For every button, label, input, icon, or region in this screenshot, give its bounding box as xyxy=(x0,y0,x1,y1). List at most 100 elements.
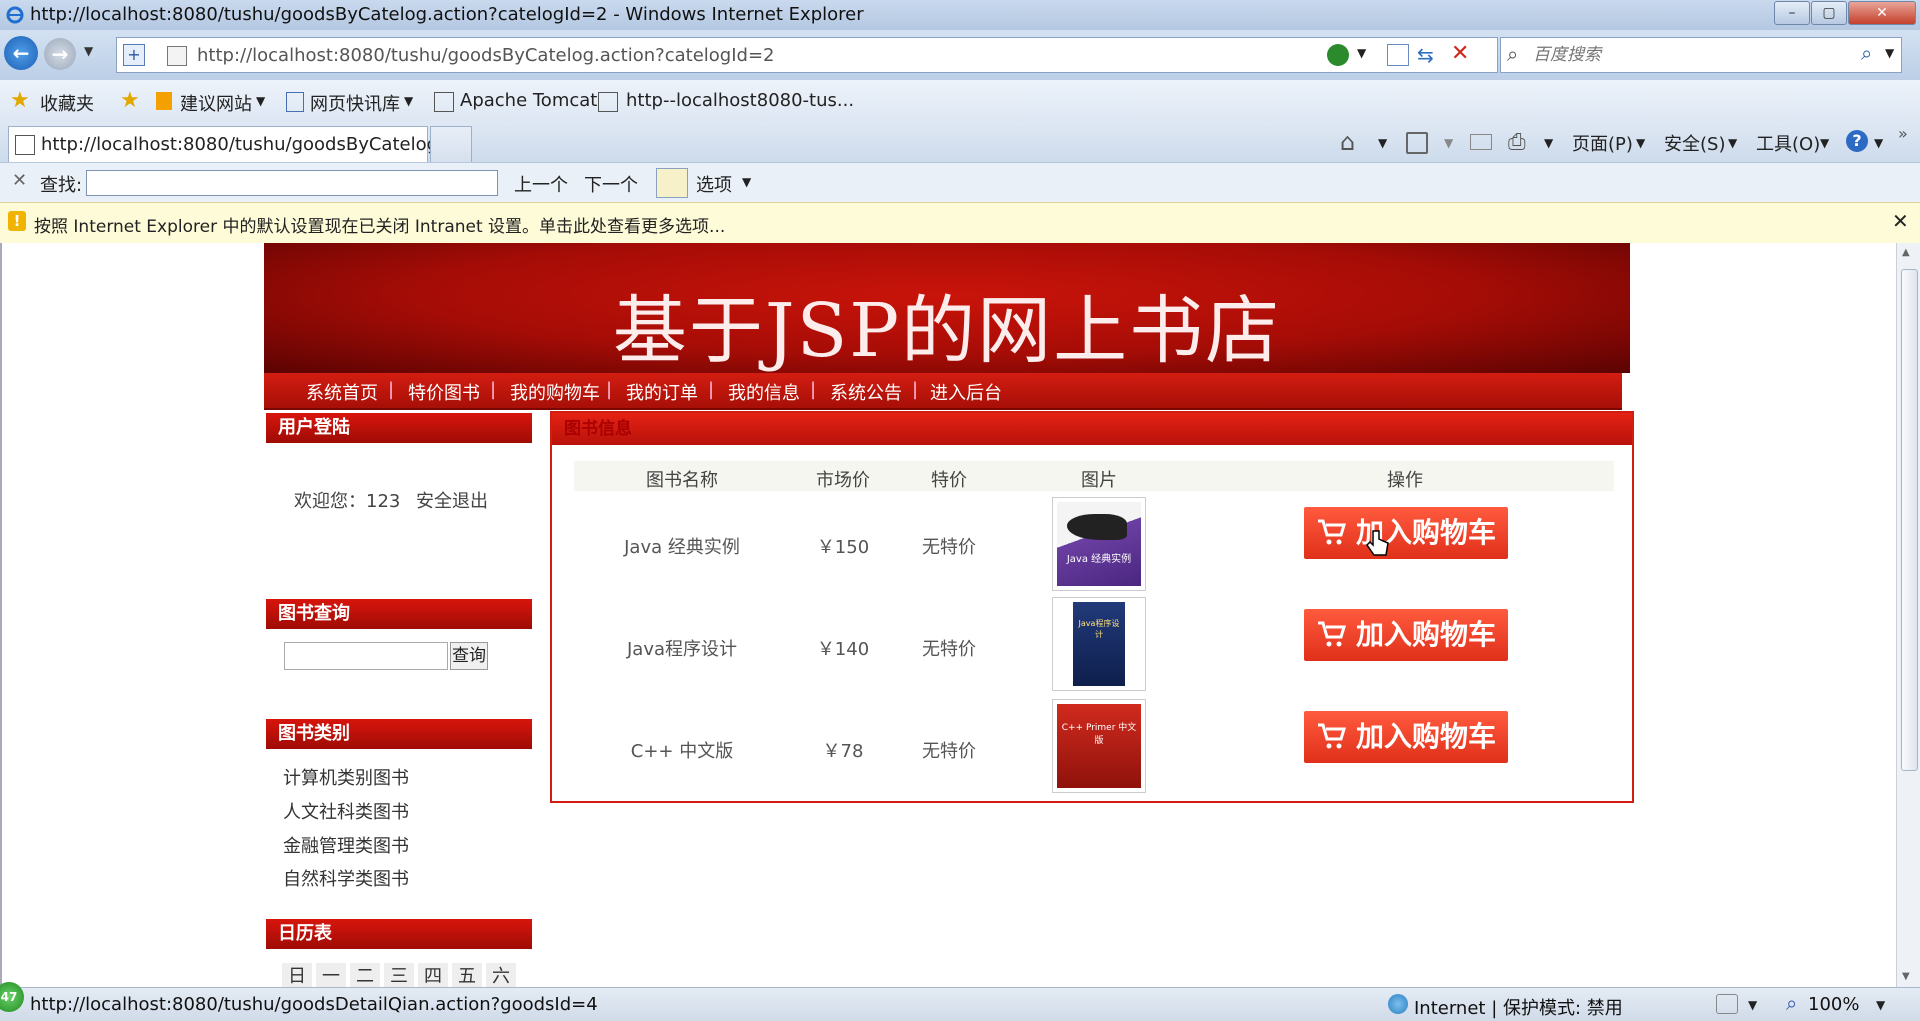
nav-admin[interactable]: 进入后台 xyxy=(930,379,1002,405)
vertical-scrollbar[interactable]: ▲ ▼ xyxy=(1896,243,1920,987)
book-cover[interactable]: Java程序设计 xyxy=(1052,597,1146,691)
scroll-thumb[interactable] xyxy=(1901,269,1918,771)
nav-cart[interactable]: 我的购物车 xyxy=(510,379,600,405)
refresh-icon[interactable] xyxy=(1327,44,1349,66)
print-icon[interactable]: ⎙ xyxy=(1508,130,1526,155)
address-url[interactable]: http://localhost:8080/tushu/goodsByCatel… xyxy=(197,45,774,66)
book-name[interactable]: C++ 中文版 xyxy=(574,737,790,763)
window-title: http://localhost:8080/tushu/goodsByCatel… xyxy=(30,4,864,25)
chevron-down-icon[interactable]: ▼ xyxy=(256,94,265,108)
zoom-icon[interactable]: ⌕ xyxy=(1786,991,1797,1015)
chevron-down-icon[interactable]: ▼ xyxy=(742,175,751,189)
scroll-up-icon[interactable]: ▲ xyxy=(1902,247,1910,258)
chevron-down-icon[interactable]: ▼ xyxy=(1874,136,1883,150)
close-info-icon[interactable]: ✕ xyxy=(1892,209,1909,233)
find-next-button[interactable]: 下一个 xyxy=(584,171,638,197)
logout-link[interactable]: 安全退出 xyxy=(416,487,488,513)
page-icon xyxy=(167,46,187,66)
nav-home[interactable]: 系统首页 xyxy=(306,379,378,405)
add-to-cart-button[interactable]: 加入购物车 xyxy=(1304,609,1508,661)
book-cover[interactable]: C++ Primer 中文版 xyxy=(1052,699,1146,793)
add-to-cart-button[interactable]: 加入购物车 xyxy=(1304,507,1508,559)
fav-localhost[interactable]: http--localhost8080-tus... xyxy=(626,90,854,111)
category-link[interactable]: 自然科学类图书 xyxy=(283,865,409,891)
minimize-button[interactable]: – xyxy=(1774,1,1810,25)
nav-orders[interactable]: 我的订单 xyxy=(626,379,698,405)
fav-apache-tomcat[interactable]: Apache Tomcat xyxy=(460,90,597,111)
search-box[interactable]: ⌕ ⌕ ▼ xyxy=(1500,37,1902,73)
zoom-level[interactable]: 100% xyxy=(1808,994,1859,1015)
book-name[interactable]: Java 经典实例 xyxy=(574,533,790,559)
fav-web-slice-gallery[interactable]: 网页快讯库 xyxy=(310,90,400,116)
close-window-button[interactable]: ✕ xyxy=(1848,1,1916,25)
shield-warning-icon: ! xyxy=(8,211,26,231)
book-special: 无特价 xyxy=(922,639,976,660)
close-find-icon[interactable]: ✕ xyxy=(12,170,27,191)
fav-suggested-sites[interactable]: 建议网站 xyxy=(180,90,252,116)
home-icon[interactable]: ⌂ xyxy=(1340,128,1355,156)
add-favorite-icon[interactable]: ★ xyxy=(120,88,140,113)
forward-icon[interactable]: → xyxy=(44,38,76,70)
protected-mode-icon[interactable] xyxy=(1716,994,1738,1014)
category-link[interactable]: 金融管理类图书 xyxy=(283,832,409,858)
nav-special-books[interactable]: 特价图书 xyxy=(408,379,480,405)
information-bar[interactable]: ! 按照 Internet Explorer 中的默认设置现在已关闭 Intra… xyxy=(0,202,1920,244)
chevron-down-icon[interactable]: ▼ xyxy=(1728,136,1737,150)
chevron-down-icon[interactable]: ▼ xyxy=(1444,136,1453,150)
col-special-price: 特价 xyxy=(931,470,967,491)
book-info-heading: 图书信息 xyxy=(552,413,1632,445)
book-name[interactable]: Java程序设计 xyxy=(574,635,790,661)
book-search-button[interactable]: 查询 xyxy=(450,642,488,670)
chevron-down-icon[interactable]: ▼ xyxy=(1820,136,1829,150)
history-dropdown-icon[interactable]: ▼ xyxy=(84,44,93,58)
nav-announcements[interactable]: 系统公告 xyxy=(830,379,902,405)
chevron-down-icon[interactable]: ▼ xyxy=(1378,136,1387,150)
stop-icon[interactable]: ✕ xyxy=(1451,41,1469,66)
search-input[interactable] xyxy=(1531,43,1855,67)
add-to-cart-button[interactable]: 加入购物车 xyxy=(1304,711,1508,763)
page-menu[interactable]: 页面(P) xyxy=(1572,130,1633,156)
chevron-down-icon[interactable]: ▼ xyxy=(1876,998,1885,1012)
book-special: 无特价 xyxy=(922,741,976,762)
security-zone[interactable]: Internet | 保护模式: 禁用 xyxy=(1414,994,1623,1020)
find-input[interactable] xyxy=(86,170,498,196)
help-icon[interactable]: ? xyxy=(1846,130,1868,152)
new-tab-button[interactable] xyxy=(430,126,472,163)
page-icon xyxy=(598,92,618,112)
category-link[interactable]: 人文社科类图书 xyxy=(283,798,409,824)
reload-icon[interactable]: ⇆ xyxy=(1417,43,1434,67)
safety-menu[interactable]: 安全(S) xyxy=(1664,130,1725,156)
nav-my-info[interactable]: 我的信息 xyxy=(728,379,800,405)
cart-icon xyxy=(1318,621,1347,647)
maximize-button[interactable]: ▢ xyxy=(1811,1,1847,25)
search-icon[interactable]: ⌕ xyxy=(1861,41,1872,65)
chevron-down-icon[interactable]: ▼ xyxy=(1748,998,1757,1012)
chevron-down-icon[interactable]: ▼ xyxy=(1636,136,1645,150)
more-commands-icon[interactable]: » xyxy=(1898,124,1908,143)
feeds-icon[interactable] xyxy=(1406,132,1428,154)
search-options-icon[interactable]: ▼ xyxy=(1885,46,1894,60)
nav-sep: | xyxy=(606,379,613,400)
tools-menu[interactable]: 工具(O) xyxy=(1756,130,1820,156)
welcome-text: 欢迎您：123 xyxy=(294,491,401,512)
scroll-down-icon[interactable]: ▼ xyxy=(1902,971,1910,982)
compat-view-icon[interactable]: + xyxy=(123,44,145,66)
window-title-bar: http://localhost:8080/tushu/goodsByCatel… xyxy=(0,0,1920,30)
category-link[interactable]: 计算机类别图书 xyxy=(283,764,409,790)
info-bar-text[interactable]: 按照 Internet Explorer 中的默认设置现在已关闭 Intrane… xyxy=(34,212,725,237)
chevron-down-icon[interactable]: ▼ xyxy=(1544,136,1553,150)
book-cover[interactable]: Java 经典实例 xyxy=(1052,497,1146,591)
address-bar[interactable]: + http://localhost:8080/tushu/goodsByCat… xyxy=(116,37,1498,73)
tab-current[interactable]: http://localhost:8080/tushu/goodsByCatel… xyxy=(8,126,461,163)
find-prev-button[interactable]: 上一个 xyxy=(514,171,568,197)
back-icon[interactable]: ← xyxy=(4,36,38,70)
favorites-button[interactable]: 收藏夹 xyxy=(40,90,94,116)
chevron-down-icon[interactable]: ▼ xyxy=(404,94,413,108)
search-engine-icon: ⌕ xyxy=(1507,42,1519,66)
highlight-icon[interactable] xyxy=(656,168,688,198)
book-search-input[interactable] xyxy=(284,642,448,670)
rss-icon[interactable] xyxy=(1387,44,1409,66)
find-options-button[interactable]: 选项 xyxy=(696,171,732,197)
address-dropdown-icon[interactable]: ▼ xyxy=(1357,46,1366,60)
mail-icon[interactable] xyxy=(1470,134,1492,150)
